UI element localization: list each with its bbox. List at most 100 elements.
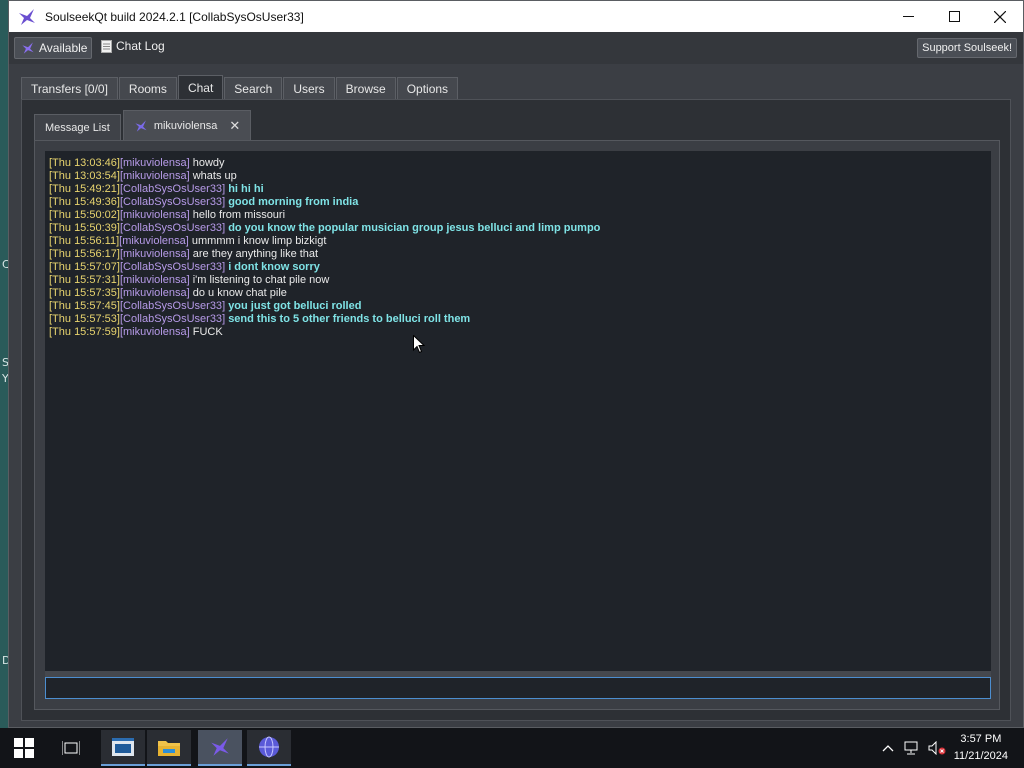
message-timestamp: [Thu 15:57:07] [49,261,120,273]
start-button[interactable] [0,728,48,768]
message-text: whats up [192,170,237,182]
chat-message: [Thu 15:57:45][CollabSysOsUser33] you ju… [49,300,362,312]
message-timestamp: [Thu 15:50:02] [49,209,120,221]
chat-message: [Thu 15:49:36][CollabSysOsUser33] good m… [49,196,359,208]
message-username[interactable]: CollabSysOsUser33 [123,261,222,273]
message-username[interactable]: CollabSysOsUser33 [123,313,222,325]
message-username[interactable]: mikuviolensa [123,248,187,260]
taskbar-app-explorer-window[interactable] [101,730,145,766]
volume-tray-button[interactable] [926,728,948,768]
tab-options[interactable]: Options [396,77,459,99]
message-text: do u know chat pile [192,287,287,299]
soulseek-bird-icon [19,8,35,25]
system-clock[interactable]: 3:57 PM 11/21/2024 [954,731,1008,765]
maximize-icon [948,11,960,22]
minimize-icon [902,16,914,17]
message-text: ummmm i know limp bizkigt [191,235,327,247]
clock-date: 11/21/2024 [953,750,1008,762]
tab-rooms[interactable]: Rooms [118,77,177,99]
message-username[interactable]: CollabSysOsUser33 [123,300,222,312]
message-username[interactable]: mikuviolensa [123,274,187,286]
tab-transfers[interactable]: Transfers [0/0] [21,77,118,99]
soulseek-window: SoulseekQt build 2024.2.1 [CollabSysOsUs… [8,0,1024,728]
close-button[interactable] [977,1,1023,32]
message-username[interactable]: mikuviolensa [122,235,186,247]
message-timestamp: [Thu 15:57:45] [49,300,120,312]
message-username[interactable]: CollabSysOsUser33 [123,183,222,195]
chat-log[interactable]: [Thu 13:03:46][mikuviolensa] howdy [Thu 1… [45,151,991,671]
taskbar: 3:57 PM 11/21/2024 [0,728,1024,768]
chat-message: [Thu 15:57:35][mikuviolensa] do u know c… [49,287,287,299]
taskbar-app-soulseek[interactable] [198,730,242,766]
message-timestamp: [Thu 15:49:21] [49,183,120,195]
message-timestamp: [Thu 13:03:46] [49,157,120,169]
toolbar: Available Chat Log Support Soulseek! [9,32,1023,64]
taskbar-app-globe[interactable] [247,730,291,766]
minimize-button[interactable] [885,1,931,32]
message-text: do you know the popular musician group j… [228,222,601,234]
message-text: send this to 5 other friends to belluci … [228,313,471,325]
show-hidden-icons-button[interactable] [878,728,898,768]
support-soulseek-button[interactable]: Support Soulseek! [917,38,1017,58]
soulseek-bird-icon [22,42,34,54]
chat-message: [Thu 15:57:53][CollabSysOsUser33] send t… [49,313,471,325]
message-text: FUCK [192,326,223,338]
tab-chat[interactable]: Chat [177,75,224,99]
chat-message: [Thu 15:57:31][mikuviolensa] i'm listeni… [49,274,330,286]
chat-message: [Thu 15:49:21][CollabSysOsUser33] hi hi … [49,183,264,195]
status-available-button[interactable]: Available [14,37,92,59]
chevron-up-icon [882,745,894,752]
chat-message-input[interactable] [45,677,991,699]
soulseek-bird-icon [135,119,147,132]
folder-icon [158,741,180,756]
chat-log-label: Chat Log [116,39,165,53]
network-icon [904,741,918,755]
message-username[interactable]: mikuviolensa [123,170,187,182]
chat-message: [Thu 13:03:46][mikuviolensa] howdy [49,157,225,169]
message-text: i'm listening to chat pile now [192,274,330,286]
message-timestamp: [Thu 13:03:54] [49,170,120,182]
close-tab-icon[interactable]: ✕ [229,118,240,134]
message-username[interactable]: CollabSysOsUser33 [123,196,222,208]
message-timestamp: [Thu 15:56:11] [49,235,120,247]
message-username[interactable]: mikuviolensa [123,209,187,221]
message-text: you just got belluci rolled [228,300,362,312]
taskbar-app-file-explorer[interactable] [147,730,191,766]
tab-browse[interactable]: Browse [335,77,396,99]
chat-message: [Thu 15:57:07][CollabSysOsUser33] i dont… [49,261,320,273]
message-username[interactable]: mikuviolensa [123,326,187,338]
chat-partner-name: mikuviolensa [153,119,218,132]
status-label: Available [39,41,88,55]
chat-panel: Message List mikuviolensa ✕ [Thu 13:03:4… [21,99,1011,721]
message-username[interactable]: mikuviolensa [123,287,187,299]
volume-muted-icon [928,741,946,755]
network-tray-button[interactable] [902,728,924,768]
chat-log-button[interactable]: Chat Log [101,39,165,53]
message-list-label: Message List [45,121,110,134]
title-bar[interactable]: SoulseekQt build 2024.2.1 [CollabSysOsUs… [9,1,1023,32]
support-label: Support Soulseek! [922,42,1012,54]
message-timestamp: [Thu 15:50:39] [49,222,120,234]
chat-frame: [Thu 13:03:46][mikuviolensa] howdy [Thu 1… [34,140,1000,710]
task-view-icon [62,741,80,755]
message-timestamp: [Thu 15:49:36] [49,196,120,208]
message-username[interactable]: CollabSysOsUser33 [123,222,222,234]
chat-message: [Thu 15:56:17][mikuviolensa] are they an… [49,248,319,260]
message-timestamp: [Thu 15:57:53] [49,313,120,325]
soulseek-bird-icon [211,738,229,756]
message-timestamp: [Thu 15:56:17] [49,248,120,260]
tab-message-list[interactable]: Message List [34,114,121,140]
tab-users[interactable]: Users [283,77,335,99]
mouse-pointer-icon [413,335,425,354]
message-username[interactable]: mikuviolensa [123,157,187,169]
globe-icon [259,736,279,758]
tab-private-chat[interactable]: mikuviolensa ✕ [122,110,252,140]
tab-search[interactable]: Search [224,77,283,99]
task-view-button[interactable] [48,728,94,768]
message-text: hi hi hi [228,183,264,195]
document-icon [101,39,112,53]
message-timestamp: [Thu 15:57:59] [49,326,120,338]
maximize-button[interactable] [931,1,977,32]
message-timestamp: [Thu 15:57:31] [49,274,120,286]
chat-message: [Thu 13:03:54][mikuviolensa] whats up [49,170,237,182]
